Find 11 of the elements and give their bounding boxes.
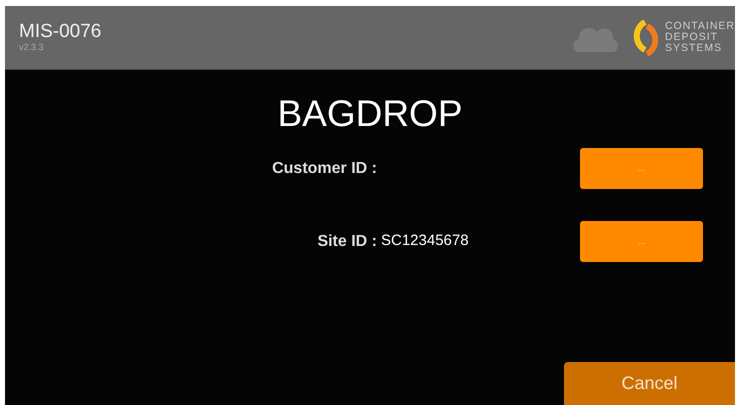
- browse-button[interactable]: ...: [580, 221, 703, 262]
- logo-text: CONTAINER DEPOSIT SYSTEMS: [664, 20, 735, 54]
- browse-button[interactable]: ...: [580, 148, 703, 190]
- page-heading: BAGDROP: [277, 93, 463, 134]
- field-label: Site ID :: [317, 233, 377, 250]
- cancel-button[interactable]: Cancel: [564, 362, 735, 405]
- field-value: SC12345678: [381, 232, 469, 250]
- device-title: MIS-0076: [19, 22, 102, 43]
- field-label: Customer ID :: [272, 160, 377, 178]
- version-text: v2.3.3: [19, 43, 45, 53]
- logo-icon: [632, 20, 659, 56]
